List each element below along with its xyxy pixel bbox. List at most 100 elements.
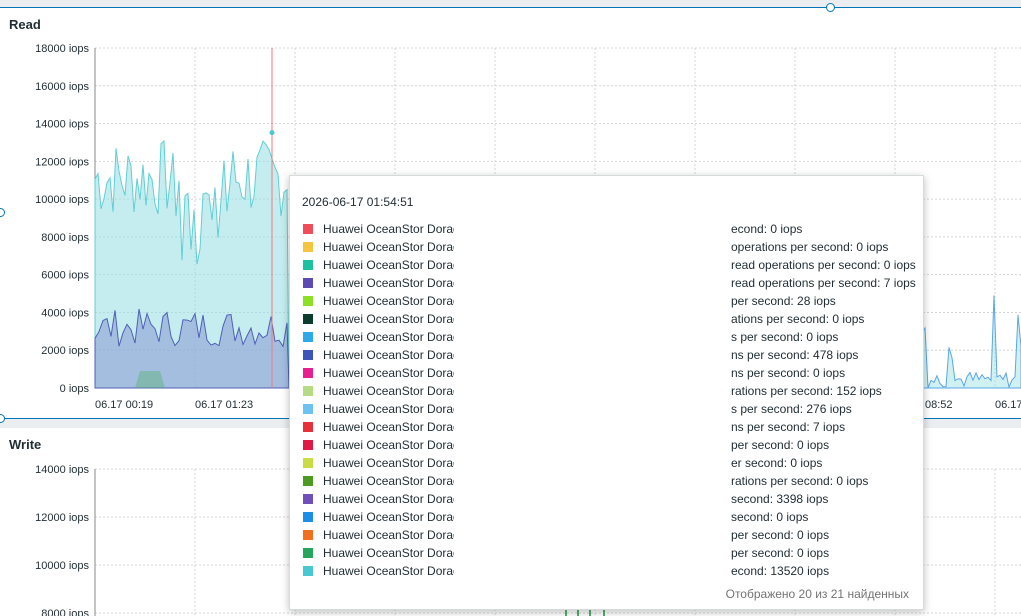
tooltip-row-metric: second: 0 iops (731, 510, 809, 524)
tooltip-row-host: Huawei OceanStor Dorado (323, 258, 454, 272)
widget-top-edge (0, 7, 1021, 8)
read-y-tick: 2000 iops (41, 345, 89, 357)
tooltip-row: Huawei OceanStor Dorado read operations p… (302, 275, 916, 293)
write-y-tick: 12000 iops (35, 512, 89, 524)
read-y-axis: 18000 iops 16000 iops 14000 iops 12000 iops… (35, 43, 89, 395)
series-color-swatch (303, 548, 313, 558)
tooltip-row-host: Huawei OceanStor Dorado (323, 366, 454, 380)
read-series-area (921, 295, 1021, 389)
tooltip-row: Huawei OceanStor Dorado per second: 0 iop… (302, 437, 914, 455)
tooltip-row: Huawei OceanStor Dorado second: 3398 iops (302, 491, 914, 509)
tooltip-row-metric: er second: 0 iops (731, 456, 823, 470)
tooltip-row-host: Huawei OceanStor Dorado (323, 420, 454, 434)
tooltip-row-host: Huawei OceanStor Dorado (323, 456, 454, 470)
read-y-tick: 12000 iops (35, 156, 89, 168)
tooltip-row-metric: econd: 0 iops (731, 222, 803, 236)
series-color-swatch (303, 494, 313, 504)
tooltip-row: Huawei OceanStor Dorado s per second: 276… (302, 401, 914, 419)
tooltip-row: Huawei OceanStor Dorado ns per second: 47… (302, 347, 914, 365)
series-color-swatch (303, 440, 313, 450)
tooltip-row-metric: ns per second: 7 iops (731, 420, 846, 434)
write-y-axis: 14000 iops 12000 iops 10000 iops 8000 iops (35, 464, 89, 616)
tooltip-row: Huawei OceanStor Dorado s per second: 0 i… (302, 329, 914, 347)
write-y-tick: 10000 iops (35, 560, 89, 572)
read-y-tick: 8000 iops (41, 232, 89, 244)
series-color-swatch (303, 296, 313, 306)
series-color-swatch (303, 386, 313, 396)
tooltip-row-metric: per second: 0 iops (731, 528, 830, 542)
tooltip-row: Huawei OceanStor Dorado per second: 0 iop… (302, 527, 914, 545)
tooltip-row-metric: operations per second: 0 iops (731, 240, 889, 254)
series-color-swatch (303, 566, 313, 576)
tooltip-row-metric: ations per second: 0 iops (731, 312, 865, 326)
tooltip-row-metric: econd: 13520 iops (731, 564, 830, 578)
tooltip-row-host: Huawei OceanStor Dorado (323, 510, 454, 524)
tooltip-row-host: Huawei OceanStor Dorado (323, 330, 454, 344)
tooltip-row: Huawei OceanStor Dorado read operations p… (302, 257, 916, 275)
tooltip-row: Huawei OceanStor Dorado rations per secon… (302, 473, 914, 491)
tooltip-row: Huawei OceanStor Dorado operations per se… (302, 239, 914, 257)
tooltip-row: Huawei OceanStor Dorado ns per second: 0 … (302, 365, 914, 383)
read-x-tick: 06.17 01:23 (195, 399, 253, 411)
read-y-tick: 18000 iops (35, 43, 89, 55)
series-color-swatch (303, 368, 313, 378)
series-color-swatch (303, 350, 313, 360)
tooltip-row-metric: s per second: 276 iops (731, 402, 852, 416)
resize-handle-left[interactable] (0, 414, 5, 423)
tooltip-row-metric: per second: 0 iops (731, 438, 830, 452)
hover-tooltip: 2026-06-17 01:54:51 Huawei OceanStor Dor… (289, 175, 924, 610)
read-y-tick: 16000 iops (35, 81, 89, 93)
tooltip-row-metric: s per second: 0 iops (731, 330, 839, 344)
tooltip-row-metric: ns per second: 0 iops (731, 366, 846, 380)
tooltip-row: Huawei OceanStor Dorado per second: 0 iop… (302, 545, 914, 563)
tooltip-row: Huawei OceanStor Dorado econd: 0 iops (302, 221, 914, 239)
series-color-swatch (303, 530, 313, 540)
write-y-tick: 8000 iops (41, 608, 89, 616)
read-y-tick: 10000 iops (35, 194, 89, 206)
series-color-swatch (303, 404, 313, 414)
tooltip-row-metric: read operations per second: 0 iops (731, 258, 916, 272)
series-color-swatch (303, 278, 313, 288)
series-color-swatch (303, 314, 313, 324)
tooltip-row: Huawei OceanStor Dorado er second: 0 iops (302, 455, 914, 473)
tooltip-row-host: Huawei OceanStor Dorado (323, 348, 454, 362)
tooltip-row-metric: rations per second: 152 iops (731, 384, 882, 398)
series-color-swatch (303, 224, 313, 234)
series-color-swatch (303, 422, 313, 432)
series-color-swatch (303, 260, 313, 270)
tooltip-row-host: Huawei OceanStor Dorado (323, 222, 454, 236)
tooltip-row-metric: read operations per second: 7 iops (731, 276, 916, 290)
tooltip-row-host: Huawei OceanStor Dorado (323, 546, 454, 560)
tooltip-row: Huawei OceanStor Dorado rations per secon… (302, 383, 914, 401)
tooltip-row: Huawei OceanStor Dorado ations per second… (302, 311, 914, 329)
tooltip-row-host: Huawei OceanStor Dorado (323, 564, 454, 578)
read-x-tick: 06.17 (995, 399, 1021, 411)
read-y-tick: 4000 iops (41, 307, 89, 319)
tooltip-row: Huawei OceanStor Dorado econd: 13520 iops (302, 563, 914, 581)
tooltip-row-metric: rations per second: 0 iops (731, 474, 869, 488)
tooltip-row-host: Huawei OceanStor Dorado (323, 492, 454, 506)
tooltip-row-host: Huawei OceanStor Dorado (323, 402, 454, 416)
write-y-tick: 14000 iops (35, 464, 89, 476)
read-y-tick: 6000 iops (41, 270, 89, 282)
tooltip-row-metric: ns per second: 478 iops (731, 348, 859, 362)
tooltip-timestamp: 2026-06-17 01:54:51 (302, 195, 414, 209)
resize-handle-top[interactable] (826, 3, 835, 12)
read-x-tick: 08:52 (925, 399, 953, 411)
hover-point (269, 130, 275, 136)
tooltip-row-metric: per second: 28 iops (731, 294, 836, 308)
tooltip-row-host: Huawei OceanStor Dorado (323, 384, 454, 398)
tooltip-row: Huawei OceanStor Dorado ns per second: 7 … (302, 419, 914, 437)
tooltip-row: Huawei OceanStor Dorado second: 0 iops (302, 509, 914, 527)
series-color-swatch (303, 476, 313, 486)
tooltip-row-metric: second: 3398 iops (731, 492, 829, 506)
series-color-swatch (303, 512, 313, 522)
tooltip-row-host: Huawei OceanStor Dorado (323, 294, 454, 308)
read-series-area (135, 371, 165, 388)
series-color-swatch (303, 242, 313, 252)
series-color-swatch (303, 332, 313, 342)
read-x-tick: 06.17 00:19 (95, 399, 153, 411)
tooltip-row-host: Huawei OceanStor Dorado (323, 312, 454, 326)
tooltip-row-host: Huawei OceanStor Dorado (323, 438, 454, 452)
read-y-tick: 14000 iops (35, 119, 89, 131)
